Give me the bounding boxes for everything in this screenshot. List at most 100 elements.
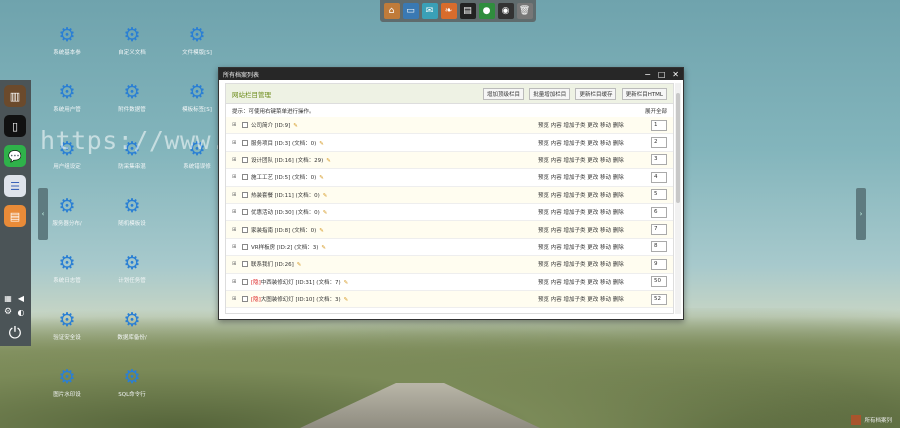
desktop-icon[interactable]: ⚙ 系统用户管	[37, 82, 97, 113]
edit-icon[interactable]: ✎	[293, 123, 298, 129]
expand-icon[interactable]: ⊞	[232, 227, 240, 233]
row-checkbox[interactable]	[242, 261, 248, 268]
expand-icon[interactable]: ⊞	[232, 261, 240, 267]
add-top-category-button[interactable]: 增加顶级栏目	[482, 87, 524, 100]
edit-icon[interactable]: ✎	[319, 175, 324, 181]
maximize-icon[interactable]: □	[658, 70, 666, 79]
expand-icon[interactable]: ⊞	[232, 140, 240, 146]
update-cache-button[interactable]: 更新栏目缓存	[575, 87, 617, 100]
order-input[interactable]: 2	[651, 137, 667, 149]
folder-icon[interactable]: ▭	[402, 3, 419, 19]
order-input[interactable]: 3	[651, 154, 667, 166]
table-row[interactable]: ⊞ 设计团队 [ID:16] (文档：29) ✎ 预览 内容 增加子类 更改 移动 删…	[226, 151, 673, 170]
category-name[interactable]: 优惠活动 [ID:30] (文档：0) ✎	[251, 208, 538, 216]
mail-icon[interactable]: ✉	[421, 3, 438, 19]
category-name[interactable]: [隐]大图装修幻灯 [ID:10] (文档：3) ✎	[251, 295, 538, 303]
row-checkbox[interactable]	[242, 226, 248, 233]
row-checkbox[interactable]	[242, 139, 248, 146]
row-checkbox[interactable]	[242, 243, 248, 250]
order-input[interactable]: 50	[651, 276, 667, 288]
order-input[interactable]: 4	[651, 171, 667, 183]
row-actions[interactable]: 预览 内容 增加子类 更改 移动 删除	[538, 156, 642, 164]
drive-icon[interactable]: ☰	[4, 175, 26, 197]
desktop-icon[interactable]: ⚙ 系统日志管	[37, 253, 97, 284]
order-input[interactable]: 52	[651, 293, 667, 305]
cards-icon[interactable]: ▤	[459, 3, 476, 19]
leaf-icon[interactable]: ❧	[440, 3, 457, 19]
order-input[interactable]: 5	[651, 189, 667, 201]
table-row[interactable]: ⊞ [隐]大图装修幻灯 [ID:10] (文档：3) ✎ 预览 内容 增加子类 更改 …	[226, 290, 673, 309]
order-input[interactable]: 8	[651, 241, 667, 253]
theme-icon[interactable]: ◐	[16, 307, 26, 317]
desktop-icon[interactable]: ⚙ 数据库备份/	[102, 310, 162, 341]
archive-list-window[interactable]: 所有档案列表 − □ ✕ 网站栏目管理 增加顶级栏目 批量增加栏目 更新栏目缓存…	[218, 67, 684, 320]
settings-icon[interactable]: ⚙	[3, 307, 13, 317]
row-actions[interactable]: 预览 内容 增加子类 更改 移动 删除	[538, 226, 642, 234]
order-input[interactable]: 7	[651, 224, 667, 236]
chat-icon[interactable]: 💬	[4, 145, 26, 167]
table-row[interactable]: ⊞ 服务项目 [ID:3] (文档：0) ✎ 预览 内容 增加子类 更改 移动 删除 2	[226, 134, 673, 152]
table-row[interactable]: ⊞ 公司简介 [ID:9] ✎ 预览 内容 增加子类 更改 移动 删除 1	[226, 117, 673, 135]
expand-icon[interactable]: ⊞	[232, 296, 240, 302]
order-input[interactable]: 6	[651, 206, 667, 218]
row-actions[interactable]: 预览 内容 增加子类 更改 移动 删除	[538, 260, 642, 268]
row-actions[interactable]: 预览 内容 增加子类 更改 移动 删除	[538, 139, 642, 147]
table-row[interactable]: ⊞ 家装指南 [ID:8] (文档：0) ✎ 预览 内容 增加子类 更改 移动 删除 7	[226, 221, 673, 239]
desktop-icon[interactable]: ⚙ 图片水印设	[37, 367, 97, 398]
window-titlebar[interactable]: 所有档案列表 − □ ✕	[219, 68, 683, 80]
minimize-icon[interactable]: −	[644, 70, 651, 79]
row-checkbox[interactable]	[242, 296, 248, 303]
order-input[interactable]: 9	[651, 258, 667, 270]
row-checkbox[interactable]	[242, 191, 248, 198]
books-icon[interactable]: ▥	[4, 85, 26, 107]
row-checkbox[interactable]	[242, 209, 248, 216]
category-name[interactable]: 设计团队 [ID:16] (文档：29) ✎	[251, 156, 538, 164]
notes-icon[interactable]: ▤	[4, 205, 26, 227]
category-name[interactable]: 公司简介 [ID:9] ✎	[251, 121, 538, 129]
scrollbar[interactable]	[675, 83, 681, 314]
row-actions[interactable]: 预览 内容 增加子类 更改 移动 删除	[538, 243, 642, 251]
category-name[interactable]: VR样板房 [ID:2] (文档：3) ✎	[251, 243, 538, 251]
close-icon[interactable]: ✕	[672, 70, 679, 79]
edit-icon[interactable]: ✎	[323, 210, 328, 216]
row-actions[interactable]: 预览 内容 增加子类 更改 移动 删除	[538, 191, 642, 199]
category-name[interactable]: 联系我们 [ID:26] ✎	[251, 260, 538, 268]
edit-icon[interactable]: ✎	[323, 193, 328, 199]
table-row[interactable]: ⊞ 联系我们 [ID:26] ✎ 预览 内容 增加子类 更改 移动 删除 9	[226, 256, 673, 274]
row-checkbox[interactable]	[242, 156, 248, 163]
power-icon[interactable]: ⏻	[4, 322, 26, 344]
table-row[interactable]: ⊞ [隐]中西装修幻灯 [ID:31] (文档：7) ✎ 预览 内容 增加子类 更改 …	[226, 274, 673, 291]
row-actions[interactable]: 预览 内容 增加子类 更改 移动 删除	[538, 173, 642, 181]
row-actions[interactable]: 预览 内容 增加子类 更改 移动 删除	[538, 121, 642, 129]
table-row[interactable]: ⊞ 热装套餐 [ID:11] (文档：0) ✎ 预览 内容 增加子类 更改 移动 删除…	[226, 186, 673, 204]
home-icon[interactable]: ⌂	[383, 3, 400, 19]
batch-add-category-button[interactable]: 批量增加栏目	[529, 87, 571, 100]
expand-all-link[interactable]: 展开全部	[645, 107, 667, 115]
edit-icon[interactable]: ✎	[344, 280, 349, 286]
desktop-icon[interactable]: ⚙ 验证安全设	[37, 310, 97, 341]
category-name[interactable]: 施工工艺 [ID:5] (文档：0) ✎	[251, 173, 538, 181]
row-checkbox[interactable]	[242, 122, 248, 129]
edit-icon[interactable]: ✎	[319, 141, 324, 147]
update-html-button[interactable]: 更新栏目HTML	[621, 87, 667, 100]
expand-icon[interactable]: ⊞	[232, 157, 240, 163]
category-name[interactable]: 服务项目 [ID:3] (文档：0) ✎	[251, 139, 538, 147]
category-name[interactable]: [隐]中西装修幻灯 [ID:31] (文档：7) ✎	[251, 278, 538, 286]
grid-icon[interactable]: ▦	[3, 293, 13, 303]
expand-icon[interactable]: ⊞	[232, 174, 240, 180]
row-checkbox[interactable]	[242, 174, 248, 181]
desktop-icon[interactable]: ⚙ 文件模版[S]	[167, 25, 227, 56]
desktop-icon[interactable]: ⚙ SQL命令行	[102, 367, 162, 398]
category-name[interactable]: 热装套餐 [ID:11] (文档：0) ✎	[251, 191, 538, 199]
edit-icon[interactable]: ✎	[297, 262, 302, 268]
desktop-icon[interactable]: ⚙ 系统基本参	[37, 25, 97, 56]
green-dot-icon[interactable]: ●	[478, 3, 495, 19]
expand-icon[interactable]: ⊞	[232, 122, 240, 128]
desktop-icon[interactable]: ⚙ 自定义文档	[102, 25, 162, 56]
expand-icon[interactable]: ⊞	[232, 192, 240, 198]
desktop-icon[interactable]: ⚙ 附件数据管	[102, 82, 162, 113]
edit-icon[interactable]: ✎	[319, 228, 324, 234]
expand-icon[interactable]: ⊞	[232, 244, 240, 250]
table-row[interactable]: ⊞ 施工工艺 [ID:5] (文档：0) ✎ 预览 内容 增加子类 更改 移动 删除 4	[226, 169, 673, 187]
desktop-icon[interactable]: ⚙ 随机模板设	[102, 196, 162, 227]
